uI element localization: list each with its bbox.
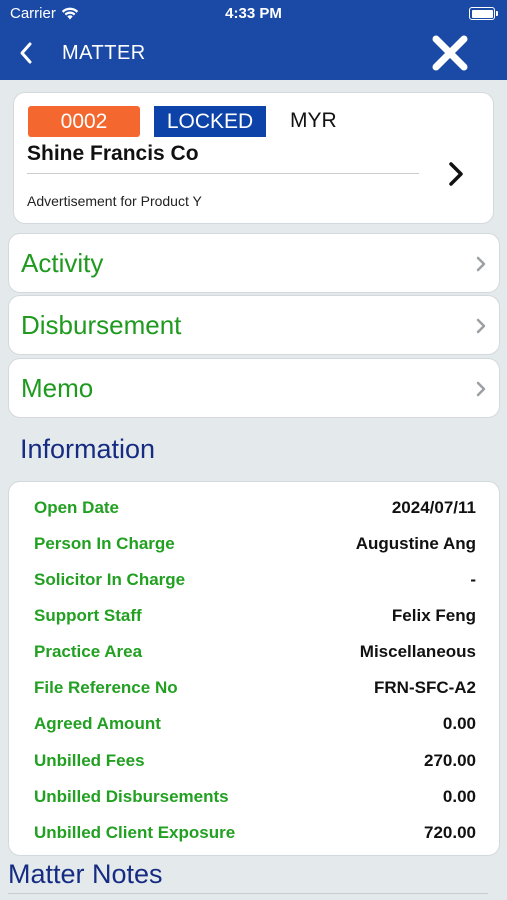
chevron-right-icon bbox=[476, 318, 486, 334]
info-key: Solicitor In Charge bbox=[34, 570, 186, 589]
info-key: Practice Area bbox=[34, 642, 143, 661]
status-bar: Carrier 4:33 PM bbox=[0, 0, 507, 26]
info-key: Support Staff bbox=[34, 606, 142, 625]
info-row-unbilled-fees: Unbilled Fees 270.00 bbox=[9, 744, 501, 774]
info-key: Open Date bbox=[34, 498, 120, 517]
info-value: - bbox=[470, 570, 476, 589]
matter-notes-heading: Matter Notes bbox=[8, 859, 163, 889]
info-row-person-in-charge: Person In Charge Augustine Ang bbox=[9, 527, 501, 557]
chevron-right-icon[interactable] bbox=[444, 159, 468, 189]
info-key: File Reference No bbox=[34, 678, 178, 697]
information-card: Open Date 2024/07/11 Person In Charge Au… bbox=[8, 481, 500, 856]
nav-bar: MATTER bbox=[0, 26, 507, 80]
menu-item-activity[interactable]: Activity bbox=[8, 233, 500, 293]
info-row-agreed-amount: Agreed Amount 0.00 bbox=[9, 707, 501, 737]
info-value: Augustine Ang bbox=[355, 534, 476, 553]
info-value: 0.00 bbox=[442, 714, 476, 733]
info-value: 0.00 bbox=[442, 787, 476, 806]
info-row-unbilled-disbursements: Unbilled Disbursements 0.00 bbox=[9, 780, 501, 810]
info-row-file-reference: File Reference No FRN-SFC-A2 bbox=[9, 671, 501, 701]
client-name: Shine Francis Co bbox=[27, 142, 199, 165]
info-value: 270.00 bbox=[424, 751, 476, 770]
menu-item-label: Disbursement bbox=[21, 310, 182, 340]
info-value: FRN-SFC-A2 bbox=[374, 678, 476, 697]
info-row-support-staff: Support Staff Felix Feng bbox=[9, 599, 501, 629]
battery-icon bbox=[469, 7, 498, 20]
menu-item-memo[interactable]: Memo bbox=[8, 358, 500, 418]
matter-description: Advertisement for Product Y bbox=[27, 193, 202, 209]
info-key: Person In Charge bbox=[34, 534, 175, 553]
info-row-unbilled-client-exposure: Unbilled Client Exposure 720.00 bbox=[9, 816, 501, 846]
information-heading: Information bbox=[20, 434, 156, 464]
status-badge: LOCKED bbox=[154, 106, 266, 137]
info-value: 2024/07/11 bbox=[391, 498, 476, 517]
divider bbox=[27, 173, 419, 174]
info-value: Felix Feng bbox=[391, 606, 476, 625]
close-icon bbox=[432, 35, 468, 71]
chevron-right-icon bbox=[476, 381, 486, 397]
info-row-solicitor-in-charge: Solicitor In Charge - bbox=[9, 563, 501, 593]
info-row-open-date: Open Date 2024/07/11 bbox=[9, 491, 501, 521]
menu-item-disbursement[interactable]: Disbursement bbox=[8, 295, 500, 355]
chevron-left-icon bbox=[20, 42, 32, 64]
matter-header-card[interactable]: 0002 LOCKED MYR Shine Francis Co Adverti… bbox=[13, 92, 494, 224]
info-value: 720.00 bbox=[424, 823, 476, 842]
divider bbox=[8, 893, 488, 894]
menu-item-label: Activity bbox=[21, 248, 104, 278]
currency-label: MYR bbox=[290, 109, 337, 132]
chevron-right-icon bbox=[476, 256, 486, 272]
clock: 4:33 PM bbox=[225, 5, 282, 22]
info-key: Unbilled Fees bbox=[34, 751, 145, 770]
back-button[interactable] bbox=[12, 38, 40, 68]
menu-item-label: Memo bbox=[21, 373, 94, 403]
info-row-practice-area: Practice Area Miscellaneous bbox=[9, 635, 501, 665]
info-key: Agreed Amount bbox=[34, 714, 161, 733]
page-title: MATTER bbox=[62, 42, 146, 64]
matter-id-badge: 0002 bbox=[28, 106, 140, 137]
info-key: Unbilled Disbursements bbox=[34, 787, 229, 806]
battery-fill bbox=[471, 9, 493, 18]
info-value: Miscellaneous bbox=[359, 642, 476, 661]
close-button[interactable] bbox=[426, 30, 474, 76]
info-key: Unbilled Client Exposure bbox=[34, 823, 236, 842]
